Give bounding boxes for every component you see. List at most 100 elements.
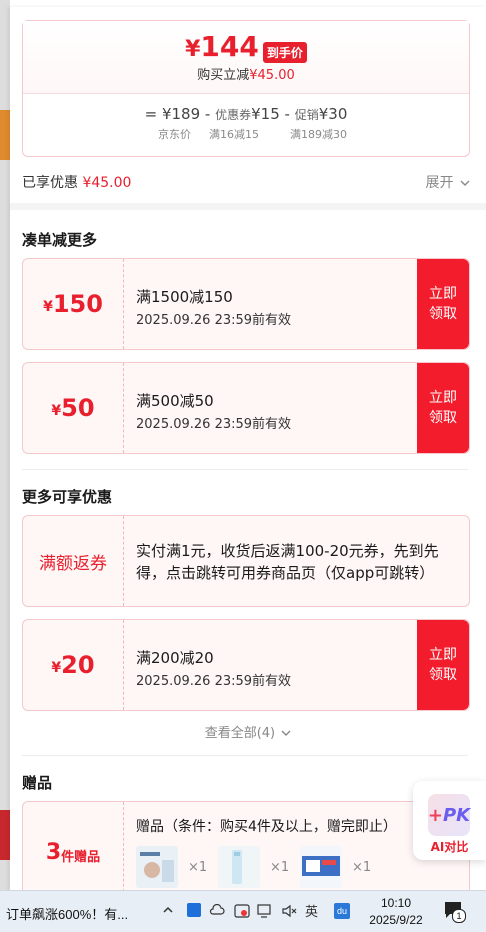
clock-time: 10:10	[380, 896, 412, 910]
coupon-value: ¥15	[251, 105, 280, 123]
claim-label-line1: 立即	[429, 286, 457, 302]
pk-icon-text: PK	[442, 804, 471, 826]
promo-value: ¥30	[318, 105, 348, 123]
notification-center[interactable]: 1	[443, 900, 466, 923]
coupon-rule: 满1500减150	[136, 288, 233, 306]
view-all-label: 查看全部(4)	[204, 726, 276, 741]
enjoyed-amount: ¥45.00	[82, 175, 132, 191]
pk-icon: + PK	[428, 794, 470, 836]
gift-quantity: ×1	[270, 860, 290, 875]
coupon-expiry: 2025.09.26 23:59前有效	[136, 417, 292, 432]
chevron-down-icon	[460, 180, 470, 186]
cashback-card[interactable]: 满额返券 实付满1元，收货后返满100-20元券，先到先得，点击跳转可用券商品页…	[22, 515, 470, 607]
background-window-edge	[0, 0, 10, 890]
formula-equals: =	[144, 105, 158, 123]
price-summary-card: ¥144 到手价 购买立减¥45.00 = ¥189 - 优惠券¥15 - 促销¥…	[22, 20, 470, 157]
view-all-link[interactable]: 查看全部(4)	[10, 722, 486, 741]
coupon-card[interactable]: ¥20 满200减20 2025.09.26 23:59前有效 立即领取	[22, 619, 470, 711]
coupon-rule: 满200减20	[136, 649, 214, 667]
currency-symbol: ¥	[51, 403, 62, 419]
expand-label: 展开	[425, 175, 454, 191]
gift-thumbnail	[136, 846, 178, 888]
divider	[22, 755, 468, 756]
coupon-card[interactable]: ¥50 满500减50 2025.09.26 23:59前有效 立即领取	[22, 362, 470, 454]
claim-label-line2: 领取	[429, 306, 457, 322]
coupon-value: 150	[52, 290, 103, 318]
taskbar: 订单飙涨600%！有... 英 du 10:10 2025/9/22 1	[0, 890, 486, 932]
formula-minus: -	[284, 105, 290, 123]
coupon-value: 20	[61, 651, 95, 679]
currency-symbol: ¥	[51, 660, 62, 676]
final-price-value: 144	[200, 30, 259, 63]
claim-coupon-button[interactable]: 立即 领取	[417, 620, 469, 710]
instant-savings: 购买立减¥45.00	[23, 64, 469, 83]
jd-price-label: 京东价	[158, 128, 191, 141]
clock-date: 2025/9/22	[369, 913, 423, 927]
background-accent-block	[0, 810, 10, 860]
coupon-amount: ¥150	[23, 259, 124, 349]
background-accent-block	[0, 110, 10, 160]
price-header: ¥144 到手价 购买立减¥45.00	[23, 21, 469, 94]
image-app-icon[interactable]	[234, 903, 250, 919]
gift-condition: 赠品（条件：购买4件及以上，赠完即止）	[136, 819, 397, 835]
coupon-expiry: 2025.09.26 23:59前有效	[136, 313, 292, 328]
enjoyed-discount: 已享优惠 ¥45.00	[22, 172, 131, 192]
section-title-more-available: 更多可享优惠	[22, 488, 113, 506]
clock[interactable]: 10:10 2025/9/22	[362, 895, 430, 929]
savings-amount: ¥45.00	[249, 68, 295, 83]
savings-label: 购买立减	[197, 68, 250, 83]
gift-thumbnail	[300, 846, 342, 888]
claim-label-line1: 立即	[429, 647, 457, 663]
cashback-text: 实付满1元，收货后返满100-20元券，先到先得，点击跳转可用券商品页（仅app…	[136, 542, 439, 582]
gift-card[interactable]: 3 件赠品 赠品（条件：购买4件及以上，赠完即止） ×1 ×1 ×1	[22, 801, 470, 890]
news-widget[interactable]: 订单飙涨600%！有...	[6, 904, 128, 923]
chevron-down-icon	[281, 730, 291, 736]
gift-count-value: 3	[45, 839, 62, 865]
final-price: ¥144 到手价	[23, 21, 469, 63]
price-formula-labels: 京东价 满16减15 满189减30	[23, 126, 469, 146]
chevron-up-icon[interactable]	[162, 904, 174, 916]
promo-label: 促销	[294, 108, 319, 122]
coupon-info: 满1500减150 2025.09.26 23:59前有效	[136, 286, 291, 328]
cashback-label: 满额返券	[23, 516, 124, 606]
network-icon[interactable]	[257, 903, 273, 919]
divider	[22, 469, 468, 470]
notification-count: 1	[452, 909, 466, 923]
claim-coupon-button[interactable]: 立即 领取	[417, 363, 469, 453]
section-title-gifts: 赠品	[22, 774, 53, 792]
currency-symbol: ¥	[185, 37, 201, 62]
ai-compare-label: AI对比	[430, 840, 469, 854]
jd-price-value: ¥189	[161, 105, 201, 123]
coupon-rule: 满500减50	[136, 392, 214, 410]
app-tray-icon[interactable]	[187, 903, 201, 917]
ai-compare-button[interactable]: + PK AI对比	[413, 781, 486, 860]
gift-quantity: ×1	[188, 860, 208, 875]
claim-label-line1: 立即	[429, 390, 457, 406]
coupon-amount: ¥20	[23, 620, 124, 710]
expand-toggle[interactable]: 展开	[426, 172, 470, 192]
coupon-rule: 满16减15	[209, 128, 259, 141]
coupon-info: 满200减20 2025.09.26 23:59前有效	[136, 647, 291, 689]
discount-detail-panel: ¥144 到手价 购买立减¥45.00 = ¥189 - 优惠券¥15 - 促销¥…	[10, 7, 486, 890]
coupon-value: 50	[61, 394, 95, 422]
section-divider	[10, 203, 486, 210]
ime-indicator[interactable]: 英	[305, 901, 318, 920]
gift-count-unit: 件赠品	[61, 849, 101, 865]
currency-symbol: ¥	[43, 299, 53, 315]
coupon-label: 优惠券	[215, 108, 252, 122]
claim-label-line2: 领取	[429, 410, 457, 426]
speaker-muted-icon[interactable]	[281, 903, 297, 919]
cloud-icon[interactable]	[209, 904, 225, 916]
section-title-more-discount: 凑单减更多	[22, 231, 98, 249]
final-price-badge: 到手价	[262, 42, 307, 63]
claim-label-line2: 领取	[429, 667, 457, 683]
claim-coupon-button[interactable]: 立即 领取	[417, 259, 469, 349]
pk-icon-plus: +	[427, 804, 443, 826]
gift-quantity: ×1	[352, 860, 372, 875]
baidu-icon[interactable]: du	[334, 903, 350, 919]
coupon-card[interactable]: ¥150 满1500减150 2025.09.26 23:59前有效 立即领取	[22, 258, 470, 350]
formula-minus: -	[204, 105, 211, 123]
price-formula: = ¥189 - 优惠券¥15 - 促销¥30	[23, 105, 469, 123]
coupon-info: 满500减50 2025.09.26 23:59前有效	[136, 390, 291, 432]
coupon-amount: ¥50	[23, 363, 124, 453]
